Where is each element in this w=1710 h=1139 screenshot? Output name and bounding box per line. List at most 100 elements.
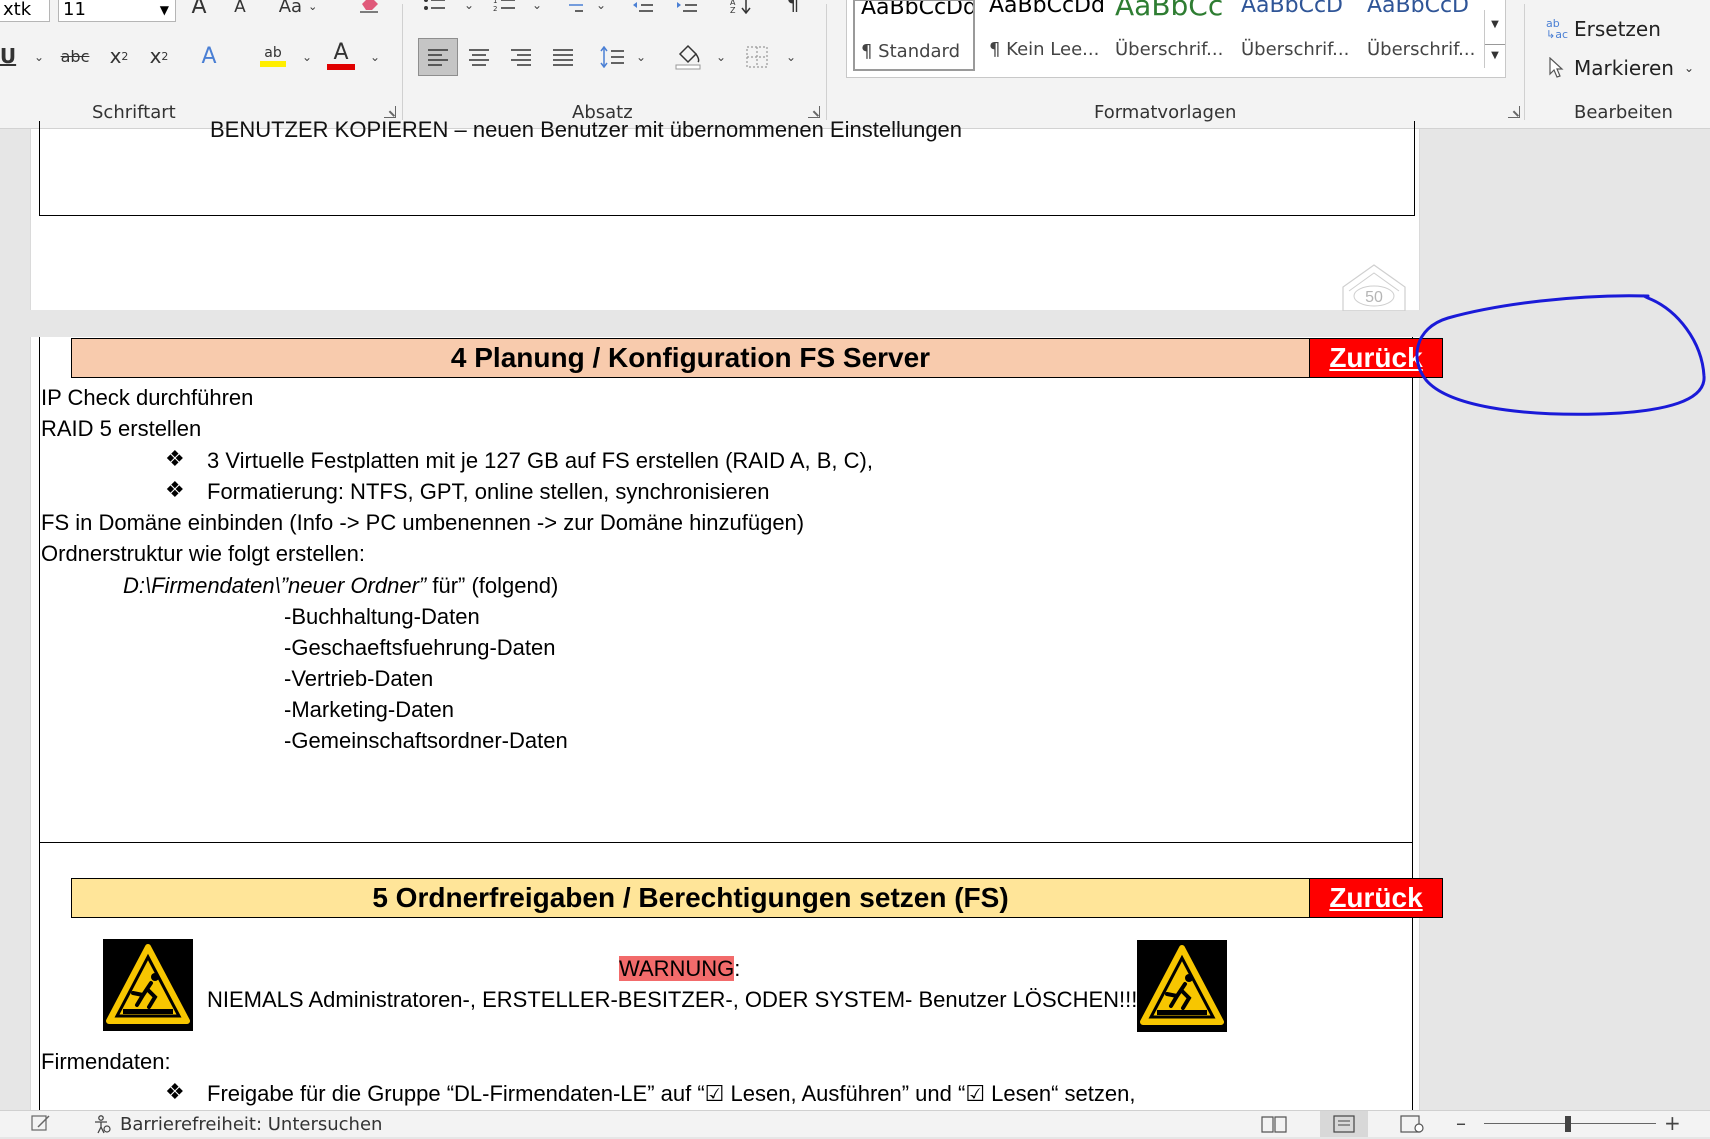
zoom-in-button[interactable]: +: [1664, 1111, 1681, 1135]
chevron-down-icon: ⌄: [308, 0, 318, 13]
proofing-icon[interactable]: [30, 1113, 52, 1133]
styles-gallery: AaBbCcDd ¶ Standard AaBbCcDd ¶ Kein Lee... A…: [846, 0, 1506, 78]
diamond-bullet-icon: ❖: [165, 447, 185, 472]
paragraph-dialog-launcher-icon[interactable]: [808, 106, 820, 118]
numbering-icon[interactable]: 12: [492, 0, 518, 16]
chevron-down-icon[interactable]: ⌄: [532, 0, 542, 12]
chevron-down-icon[interactable]: ⌄: [370, 50, 380, 64]
strikethrough-button[interactable]: abc: [60, 42, 90, 70]
select-button[interactable]: Markieren ⌄: [1548, 54, 1694, 82]
gallery-more-icon[interactable]: ▼: [1485, 44, 1505, 65]
status-bar: Barrierefreiheit: Untersuchen – +: [0, 1110, 1710, 1137]
style-gallery-item[interactable]: AaBbCcDd ¶ Kein Lee...: [983, 0, 1105, 71]
increase-indent-icon[interactable]: [674, 0, 700, 16]
chevron-down-icon[interactable]: ⌄: [596, 0, 606, 12]
diamond-bullet-icon: ❖: [165, 478, 185, 503]
style-name: Überschrif...: [1367, 39, 1476, 60]
font-color-bar: [327, 64, 355, 70]
warning-label: WARNUNG: [619, 956, 735, 981]
multilevel-list-icon[interactable]: [560, 0, 586, 16]
style-gallery-item[interactable]: AaBbCc Überschrif...: [1109, 0, 1231, 71]
current-page: 4 Planung / Konfiguration FS Server Zurü…: [30, 337, 1443, 1123]
subscript-label: x: [109, 44, 122, 68]
borders-icon[interactable]: [742, 40, 772, 74]
styles-dialog-launcher-icon[interactable]: [1508, 106, 1520, 118]
section5-title: 5 Ordnerfreigaben / Berechtigungen setze…: [372, 882, 1009, 913]
chevron-down-icon[interactable]: ▼: [1485, 14, 1505, 34]
folder-item: -Gemeinschaftsordner-Daten: [284, 728, 568, 753]
style-name: ¶ Standard: [861, 41, 961, 62]
folder-item: -Vertrieb-Daten: [284, 666, 434, 691]
text-effects-button[interactable]: A: [196, 42, 222, 70]
line-spacing-icon[interactable]: [598, 40, 628, 74]
shrink-font-button[interactable]: A: [228, 0, 252, 18]
web-layout-icon[interactable]: [1398, 1114, 1426, 1134]
previous-page: BENUTZER KOPIEREN – neuen Benutzer mit ü…: [30, 121, 1420, 312]
line-domain-join: FS in Domäne einbinden (Info -> PC umben…: [41, 510, 805, 535]
zoom-slider-thumb[interactable]: [1565, 1116, 1571, 1132]
style-sample-text: AaBbCcDd: [861, 0, 975, 20]
font-color-label: A: [333, 40, 349, 65]
font-color-button[interactable]: A: [326, 40, 356, 72]
svg-text:2: 2: [493, 5, 497, 13]
bullet-virtual-disks: 3 Virtuelle Festplatten mit je 127 GB au…: [207, 448, 873, 473]
pilcrow-icon[interactable]: ¶: [782, 0, 804, 15]
justify-button[interactable]: [548, 40, 578, 74]
section5-back-link[interactable]: Zurück: [1309, 879, 1442, 917]
line-raid: RAID 5 erstellen: [41, 416, 202, 441]
chevron-down-icon[interactable]: ⌄: [302, 50, 312, 64]
align-center-button[interactable]: [464, 40, 494, 74]
grow-font-button[interactable]: A: [186, 0, 212, 19]
chevron-down-icon[interactable]: ⌄: [34, 50, 44, 64]
replace-button[interactable]: ab ↳ac Ersetzen: [1546, 16, 1661, 42]
style-gallery-item[interactable]: AaBbCcD Überschrif...: [1235, 0, 1357, 71]
line-firmendaten: Firmendaten:: [41, 1049, 171, 1074]
folder-path-rest: für” (folgend): [426, 573, 559, 598]
style-sample-text: AaBbCcD: [1241, 0, 1343, 18]
replace-label: Ersetzen: [1574, 17, 1661, 41]
chevron-down-icon[interactable]: ⌄: [636, 50, 646, 64]
style-name: Überschrif...: [1241, 39, 1350, 60]
align-left-button[interactable]: [418, 38, 458, 76]
section5-header: 5 Ordnerfreigaben / Berechtigungen setze…: [71, 878, 1443, 918]
align-right-button[interactable]: [506, 40, 536, 74]
change-case-button[interactable]: Aa ⌄: [278, 0, 318, 18]
chevron-down-icon[interactable]: ⌄: [786, 50, 796, 64]
section4-header: 4 Planung / Konfiguration FS Server Zurü…: [71, 338, 1443, 378]
font-size-box[interactable]: 11 ▼: [58, 0, 176, 22]
group-label-edit: Bearbeiten: [1574, 102, 1673, 123]
superscript-button[interactable]: x2: [146, 42, 172, 70]
group-label-paragraph: Absatz: [572, 102, 633, 123]
style-gallery-item[interactable]: AaBbCcDd ¶ Standard: [853, 0, 975, 71]
ribbon: xtk 11 ▼ A A Aa ⌄ U ⌄ abc x2 x2 A ab ⌄ A …: [0, 0, 1710, 129]
bullet-share-permissions: Freigabe für die Gruppe “DL-Firmendaten-…: [207, 1081, 1136, 1106]
subscript-button[interactable]: x2: [106, 42, 132, 70]
prev-table-cell: BENUTZER KOPIEREN – neuen Benutzer mit ü…: [39, 121, 1415, 216]
font-size-value: 11: [63, 0, 86, 20]
accessibility-button[interactable]: Barrierefreiheit: Untersuchen: [92, 1111, 382, 1137]
underline-button[interactable]: U: [0, 42, 16, 70]
chevron-down-icon[interactable]: ⌄: [716, 50, 726, 64]
zoom-out-button[interactable]: –: [1456, 1111, 1466, 1135]
style-gallery-item[interactable]: AaBbCcD Überschrif...: [1361, 0, 1483, 71]
line-ip-check: IP Check durchführen: [41, 385, 254, 410]
group-label-styles: Formatvorlagen: [1094, 102, 1237, 123]
folder-item: -Marketing-Daten: [284, 697, 454, 722]
sort-icon[interactable]: AZ: [728, 0, 754, 16]
bullets-icon[interactable]: [422, 0, 448, 16]
chevron-down-icon[interactable]: ⌄: [464, 0, 474, 12]
clear-formatting-icon[interactable]: [356, 0, 382, 16]
style-name: ¶ Kein Lee...: [989, 39, 1100, 60]
font-name-box[interactable]: xtk: [0, 0, 50, 22]
change-case-label: Aa: [278, 0, 303, 17]
shading-icon[interactable]: [672, 40, 704, 74]
chevron-down-icon: ▼: [159, 3, 169, 17]
font-dialog-launcher-icon[interactable]: [384, 106, 396, 118]
diamond-bullet-icon: ❖: [165, 1080, 185, 1105]
chevron-down-icon: ⌄: [1683, 61, 1695, 75]
read-mode-icon[interactable]: [1260, 1114, 1288, 1134]
print-layout-icon[interactable]: [1320, 1111, 1368, 1137]
line-folder-path: D:\Firmendaten\”neuer Ordner” für” (folg…: [123, 575, 558, 597]
decrease-indent-icon[interactable]: [630, 0, 656, 16]
highlight-button[interactable]: ab: [258, 40, 288, 72]
